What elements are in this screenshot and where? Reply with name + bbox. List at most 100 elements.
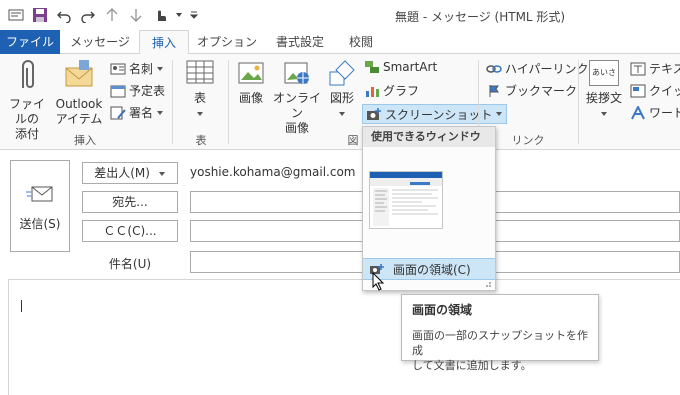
undo-icon[interactable]	[54, 6, 74, 24]
wordart-label: ワードア	[649, 106, 680, 120]
group-label-table: 表	[195, 134, 207, 147]
attach-file-label-1: ファイルの	[8, 97, 45, 126]
paperclip-icon	[22, 60, 34, 88]
chevron-down-icon	[157, 110, 164, 115]
chevron-down-icon	[601, 112, 607, 116]
mail-icon	[6, 6, 26, 24]
table-button[interactable]: 表	[178, 58, 222, 121]
chart-button[interactable]: グラフ	[364, 82, 419, 99]
textbox-label: テキスト	[649, 62, 680, 76]
chevron-down-icon	[157, 66, 164, 71]
redo-icon[interactable]	[78, 6, 98, 24]
picture-label: 画像	[238, 91, 263, 105]
tab-message[interactable]: メッセージ	[64, 30, 136, 54]
touch-mode-icon[interactable]	[150, 6, 170, 24]
send-mail-icon	[26, 186, 53, 202]
wordart-button[interactable]: ワードア	[630, 104, 680, 121]
greeting-icon: あいさつ	[589, 60, 619, 101]
smartart-icon	[365, 61, 379, 73]
chevron-down-icon	[496, 112, 503, 116]
online-picture-label-1: オンライン	[272, 91, 321, 120]
cc-button[interactable]: ＣＣ(C)...	[82, 220, 178, 242]
wordart-icon	[631, 105, 645, 119]
quickparts-button[interactable]: クイック	[630, 82, 680, 99]
quickparts-icon	[630, 84, 646, 97]
envelope-icon	[65, 60, 93, 87]
calendar-icon	[110, 85, 126, 97]
bookmark-label: ブックマーク	[505, 84, 578, 98]
group-separator	[578, 60, 579, 144]
outlook-item-button[interactable]: Outlook アイテム	[54, 58, 104, 127]
attach-file-button[interactable]: ファイルの 添付	[4, 58, 50, 142]
calendar-button[interactable]: 予定表	[110, 82, 165, 99]
signature-icon	[110, 106, 126, 119]
signature-button[interactable]: 署名	[110, 104, 164, 121]
ribbon: ファイルの 添付 Outlook アイテム 名刺 予定表 署名 挿入 表 表 画…	[0, 54, 680, 150]
send-label: 送信(S)	[19, 217, 61, 231]
tab-format[interactable]: 書式設定	[265, 30, 335, 54]
chevron-down-icon[interactable]	[174, 6, 184, 24]
from-label: 差出人(M)	[94, 166, 150, 180]
mouse-pointer-icon	[372, 272, 385, 291]
tab-file[interactable]: ファイル	[0, 30, 60, 54]
resize-grip-icon[interactable]	[483, 281, 493, 289]
textbox-icon	[630, 62, 646, 75]
tooltip-line-1: 画面の一部のスナップショットを作成	[412, 329, 588, 357]
hyperlink-label: ハイパーリンク	[505, 62, 589, 76]
tooltip: 画面の領域 画面の一部のスナップショットを作成 して文書に追加します。	[401, 294, 599, 372]
available-windows-header: 使用できるウィンドウ	[363, 127, 495, 147]
group-label-insert: 挿入	[74, 134, 96, 147]
tab-insert[interactable]: 挿入	[139, 30, 189, 55]
arrow-up-icon[interactable]	[102, 6, 122, 24]
outlook-item-label-2: アイテム	[55, 112, 103, 126]
picture-icon	[238, 62, 264, 84]
camera-icon	[367, 108, 381, 120]
screenshot-dropdown: 使用できるウィンドウ 画面の領域(C)	[362, 126, 496, 291]
online-picture-button[interactable]: オンライン 画像	[272, 58, 322, 136]
save-icon[interactable]	[30, 6, 50, 24]
quick-access-toolbar	[6, 6, 200, 24]
subject-label: 件名(U)	[108, 257, 152, 271]
tab-options[interactable]: オプション	[192, 30, 262, 54]
business-card-button[interactable]: 名刺	[110, 60, 164, 77]
greeting-button[interactable]: あいさつ 挨拶文	[582, 58, 626, 121]
tab-review[interactable]: 校閲	[338, 30, 384, 54]
tooltip-line-2: して文書に追加します。	[412, 359, 532, 372]
group-separator	[172, 60, 173, 144]
window-thumbnail[interactable]	[369, 171, 443, 229]
customize-qat-icon[interactable]	[188, 6, 200, 24]
online-picture-icon	[284, 62, 309, 84]
shapes-button[interactable]: 図形	[324, 58, 360, 121]
shapes-icon	[329, 60, 355, 86]
chevron-down-icon	[197, 112, 203, 116]
ribbon-tab-bar: ファイル メッセージ 挿入 オプション 書式設定 校閲	[0, 30, 680, 55]
textbox-button[interactable]: テキスト	[630, 60, 680, 77]
outlook-item-label-1: Outlook	[55, 97, 103, 111]
window-title: 無題 - メッセージ (HTML 形式)	[395, 10, 566, 24]
send-button[interactable]: 送信(S)	[10, 160, 70, 252]
title-bar: 無題 - メッセージ (HTML 形式)	[0, 0, 680, 30]
business-card-label: 名刺	[129, 62, 154, 76]
hyperlink-button[interactable]: ハイパーリンク	[486, 60, 589, 77]
picture-button[interactable]: 画像	[232, 58, 270, 106]
chart-label: グラフ	[383, 84, 420, 98]
business-card-icon	[110, 63, 126, 74]
chart-icon	[366, 86, 379, 97]
greeting-label: 挨拶文	[585, 91, 622, 105]
link-icon	[486, 64, 502, 73]
smartart-button[interactable]: SmartArt	[364, 60, 437, 74]
to-button[interactable]: 宛先...	[82, 191, 178, 213]
from-button[interactable]: 差出人(M)	[82, 162, 178, 184]
shapes-label: 図形	[329, 91, 354, 105]
quickparts-label: クイック	[649, 84, 680, 98]
bookmark-icon	[489, 84, 499, 97]
screenshot-button[interactable]: スクリーンショット	[362, 104, 508, 124]
chevron-down-icon	[158, 172, 165, 176]
smartart-label: SmartArt	[383, 60, 438, 74]
window-thumbnail-image	[370, 172, 442, 226]
signature-label: 署名	[129, 106, 154, 120]
from-value: yoshie.kohama@gmail.com	[190, 165, 356, 179]
arrow-down-icon[interactable]	[126, 6, 146, 24]
bookmark-button[interactable]: ブックマーク	[486, 82, 577, 99]
tooltip-title: 画面の領域	[412, 303, 473, 317]
